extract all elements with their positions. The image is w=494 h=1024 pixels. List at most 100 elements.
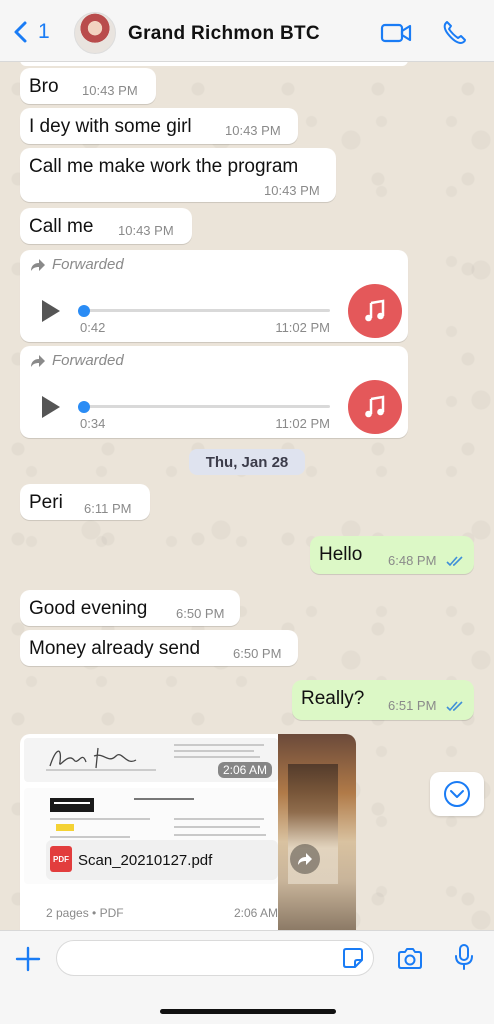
composer-bar xyxy=(0,930,494,1024)
music-note-icon xyxy=(365,299,385,322)
message-text: Good evening xyxy=(29,598,148,619)
message-text: I dey with some girl xyxy=(29,116,192,137)
message-text: Peri xyxy=(29,492,63,513)
document-text-line xyxy=(174,744,264,746)
home-indicator xyxy=(160,1009,336,1014)
phone-icon xyxy=(443,21,466,44)
camera-button[interactable] xyxy=(396,945,424,978)
chevron-left-icon xyxy=(14,21,27,43)
message-bubble[interactable]: Money already send 6:50 PM xyxy=(20,630,298,666)
message-bubble[interactable]: Peri 6:11 PM xyxy=(20,484,150,520)
forwarded-label: Forwarded xyxy=(30,352,124,369)
document-text-line xyxy=(174,750,254,752)
message-time: 6:51 PM xyxy=(388,698,437,713)
message-bubble[interactable]: I dey with some girl 10:43 PM xyxy=(20,108,298,144)
pdf-attachment[interactable]: PDF Scan_20210127.pdf xyxy=(46,840,278,880)
play-button[interactable] xyxy=(42,396,60,418)
document-image-thumbnail[interactable]: 2:06 AM xyxy=(24,738,278,782)
scroll-to-bottom-button[interactable] xyxy=(430,772,484,816)
message-text: Call me make work the program xyxy=(29,156,299,177)
document-text-line xyxy=(174,826,260,828)
message-time: 6:11 PM xyxy=(84,501,132,516)
audio-scrubber[interactable] xyxy=(78,305,90,317)
video-call-button[interactable] xyxy=(380,20,412,51)
message-bubble-outgoing[interactable]: Hello 6:48 PM xyxy=(310,536,474,574)
audio-scrubber[interactable] xyxy=(78,401,90,413)
message-bubble[interactable]: Good evening 6:50 PM xyxy=(20,590,240,626)
voice-call-button[interactable] xyxy=(440,20,472,51)
audio-duration: 0:34 xyxy=(80,416,106,431)
pdf-file-icon: PDF xyxy=(50,846,72,872)
message-time: 10:43 PM xyxy=(225,123,281,138)
image-time: 2:06 AM xyxy=(217,762,272,778)
document-text-line xyxy=(134,798,194,800)
message-bubble[interactable]: Bro 10:43 PM xyxy=(20,68,156,104)
file-meta: 2 pages • PDF xyxy=(46,906,124,920)
chevron-down-circle-icon xyxy=(444,781,470,807)
photo-thumbnail[interactable] xyxy=(278,734,356,930)
media-album[interactable]: 2:06 AM PDF Scan_20210127.pdf 2 pages • … xyxy=(20,734,356,930)
message-bubble[interactable]: Call me 10:43 PM xyxy=(20,208,192,244)
highlight-mark xyxy=(56,824,74,831)
message-input[interactable] xyxy=(56,940,374,976)
document-text-line xyxy=(50,836,130,838)
audio-progress-track[interactable] xyxy=(84,309,330,312)
attach-button[interactable] xyxy=(14,945,42,978)
message-time: 10:43 PM xyxy=(82,83,138,98)
play-button[interactable] xyxy=(42,300,60,322)
contact-name[interactable]: Grand Richmon BTC xyxy=(128,23,320,45)
western-union-logo xyxy=(50,798,94,812)
back-button[interactable]: 1 xyxy=(12,20,50,44)
camera-icon xyxy=(398,948,422,969)
message-text: Bro xyxy=(29,76,59,97)
audio-message[interactable]: Forwarded 0:42 11:02 PM xyxy=(20,250,408,342)
chat-header: 1 Grand Richmon BTC xyxy=(0,0,494,62)
file-name: Scan_20210127.pdf xyxy=(78,852,213,869)
message-bubble-outgoing[interactable]: Really? 6:51 PM xyxy=(292,680,474,720)
video-camera-icon xyxy=(380,23,412,43)
document-text-line xyxy=(174,818,264,820)
chat-area[interactable]: Bro 10:43 PM I dey with some girl 10:43 … xyxy=(0,62,494,930)
forward-arrow-icon xyxy=(31,258,45,271)
voice-record-button[interactable] xyxy=(450,943,478,976)
document-text-line xyxy=(50,818,150,820)
audio-progress-track[interactable] xyxy=(84,405,330,408)
document-text-line xyxy=(174,756,260,758)
message-time: 10:43 PM xyxy=(118,223,174,238)
message-bubble[interactable]: Call me make work the program 10:43 PM xyxy=(20,148,336,202)
forward-button[interactable] xyxy=(290,844,320,874)
message-text: Money already send xyxy=(29,638,201,659)
audio-file-avatar xyxy=(348,380,402,434)
read-receipt-icon xyxy=(446,701,463,712)
audio-file-avatar xyxy=(348,284,402,338)
message-time: 10:43 PM xyxy=(264,183,320,198)
message-text: Really? xyxy=(301,688,365,709)
unread-count: 1 xyxy=(38,20,50,43)
signature-image xyxy=(46,747,156,771)
previous-message-edge xyxy=(20,62,408,66)
audio-message[interactable]: Forwarded 0:34 11:02 PM xyxy=(20,346,408,438)
share-arrow-icon xyxy=(298,853,312,865)
message-text: Hello xyxy=(319,544,363,565)
forwarded-label: Forwarded xyxy=(30,256,124,273)
plus-icon xyxy=(15,946,41,972)
read-receipt-icon xyxy=(446,556,463,567)
sticker-icon xyxy=(343,948,363,968)
message-time: 6:50 PM xyxy=(233,646,282,661)
message-time: 6:48 PM xyxy=(388,553,437,568)
message-time: 2:06 AM xyxy=(234,906,279,920)
message-time: 6:50 PM xyxy=(176,606,225,621)
audio-duration: 0:42 xyxy=(80,320,106,335)
document-text-line xyxy=(174,834,266,836)
microphone-icon xyxy=(455,944,473,970)
message-text: Call me xyxy=(29,216,94,237)
music-note-icon xyxy=(365,395,385,418)
message-time: 11:02 PM xyxy=(275,416,330,431)
forward-arrow-icon xyxy=(31,354,45,367)
message-time: 11:02 PM xyxy=(275,320,330,335)
forwarded-text: Forwarded xyxy=(52,256,124,273)
date-divider: Thu, Jan 28 xyxy=(189,449,305,475)
sticker-button[interactable] xyxy=(342,947,364,974)
avatar[interactable] xyxy=(74,12,116,54)
forwarded-text: Forwarded xyxy=(52,352,124,369)
